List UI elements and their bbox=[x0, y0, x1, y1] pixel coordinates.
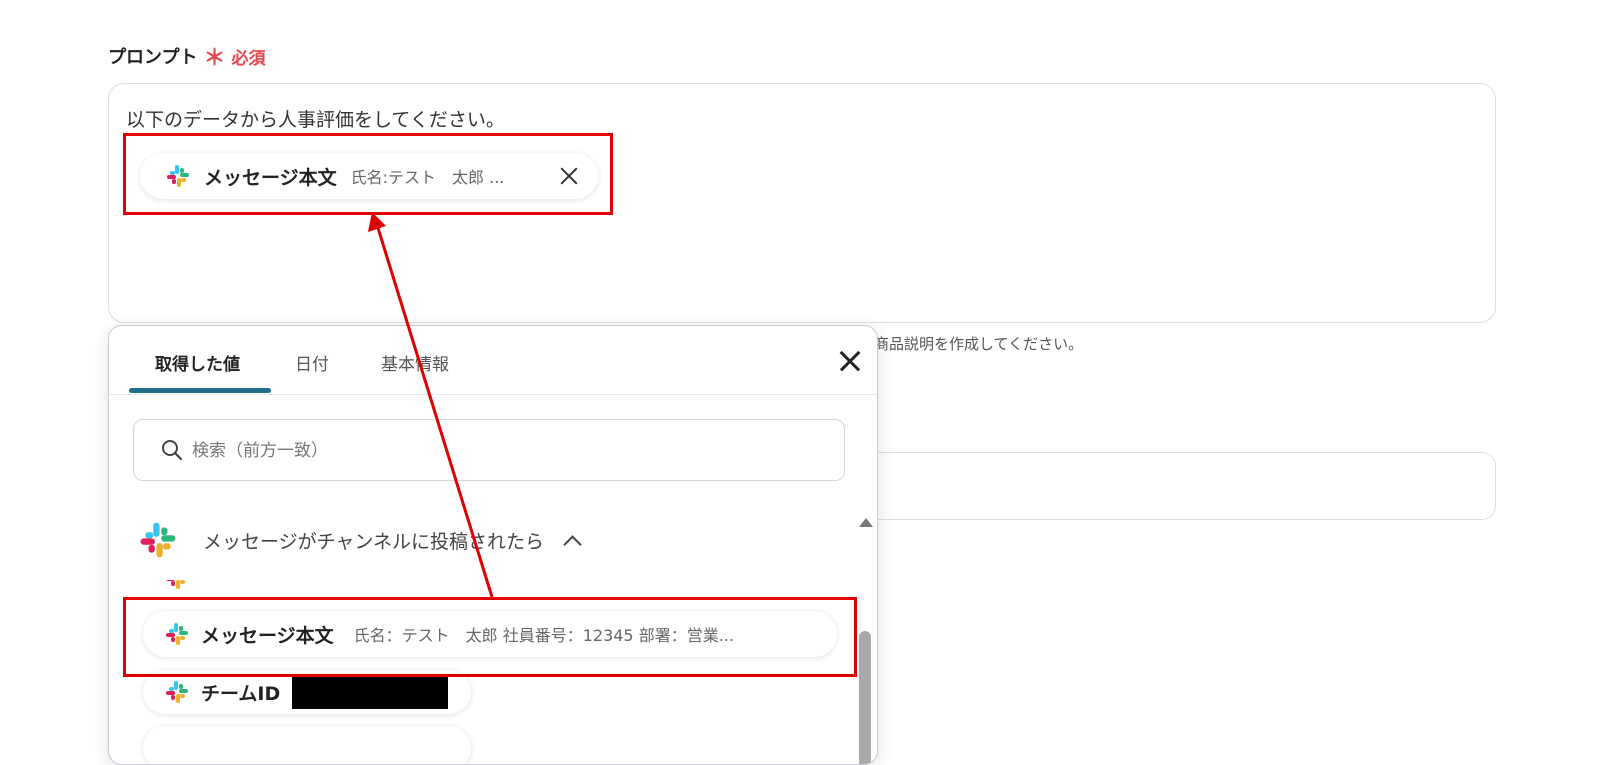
required-badge: 必須 bbox=[231, 48, 266, 69]
secondary-input-field[interactable] bbox=[820, 452, 1496, 520]
scrollbar[interactable] bbox=[855, 506, 875, 764]
tab-date[interactable]: 日付 bbox=[295, 350, 329, 375]
highlight-box-top bbox=[123, 133, 613, 215]
active-tab-indicator bbox=[129, 388, 271, 393]
chevron-up-icon[interactable] bbox=[563, 534, 582, 554]
scroll-thumb[interactable] bbox=[859, 631, 871, 764]
hint-text: 商品説明を作成してください。 bbox=[874, 335, 1084, 353]
list-item-partial bbox=[143, 580, 343, 590]
search-box bbox=[133, 419, 845, 481]
tab-acquired-values[interactable]: 取得した値 bbox=[155, 350, 240, 375]
required-asterisk: ＊ bbox=[203, 46, 226, 71]
highlight-box-bottom bbox=[123, 597, 857, 677]
redacted-value bbox=[292, 675, 449, 709]
slack-icon bbox=[165, 580, 189, 590]
list-item-partial-bottom[interactable] bbox=[143, 726, 471, 764]
scroll-up-icon[interactable] bbox=[859, 518, 873, 527]
field-label-text: プロンプト bbox=[108, 47, 198, 68]
group-header[interactable]: メッセージがチャンネルに投稿されたら bbox=[139, 521, 582, 559]
prompt-text: 以下のデータから人事評価をしてください。 bbox=[126, 109, 505, 131]
slack-icon bbox=[139, 521, 177, 559]
tab-bar: 取得した値 日付 基本情報 bbox=[109, 326, 877, 395]
slack-icon bbox=[165, 680, 189, 704]
search-icon bbox=[162, 440, 183, 461]
search-input[interactable] bbox=[190, 432, 814, 470]
tab-basic-info[interactable]: 基本情報 bbox=[381, 350, 449, 375]
close-icon[interactable] bbox=[837, 348, 863, 374]
item-label: チームID bbox=[201, 682, 281, 705]
prompt-field-label: プロンプト ＊ 必須 bbox=[108, 40, 265, 72]
variable-picker-dropdown: 取得した値 日付 基本情報 メッセージがチャンネルに投稿されたら メッセージ本文… bbox=[108, 325, 878, 765]
group-title: メッセージがチャンネルに投稿されたら bbox=[203, 530, 545, 553]
